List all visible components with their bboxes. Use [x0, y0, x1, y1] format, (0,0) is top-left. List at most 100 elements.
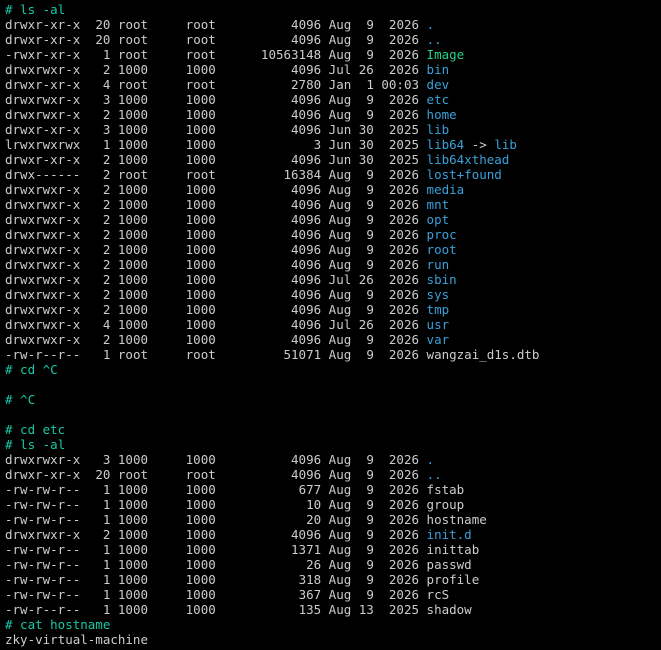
file-month: Aug	[328, 572, 352, 587]
file-group: 1000	[185, 137, 216, 152]
file-year-or-time: 2026	[388, 182, 420, 197]
file-month: Aug	[328, 167, 352, 182]
file-day: 9	[366, 167, 374, 182]
listing-row: lrwxrwxrwx 1 1000 1000 3 Jun 30 2025 lib…	[5, 137, 661, 152]
file-owner: 1000	[117, 497, 149, 512]
file-owner: 1000	[117, 137, 149, 152]
file-name: ..	[426, 467, 442, 482]
file-group: root	[185, 467, 216, 482]
link-count: 4	[102, 77, 111, 92]
listing-row: drwxrwxr-x 4 1000 1000 4096 Jul 26 2026 …	[5, 317, 661, 332]
file-group: 1000	[185, 122, 216, 137]
file-month: Aug	[328, 92, 352, 107]
file-year-or-time: 2026	[388, 572, 420, 587]
prompt-line: # ls -al	[5, 2, 66, 17]
listing-row: drwx------ 2 root root 16384 Aug 9 2026 …	[5, 167, 661, 182]
file-day: 9	[366, 482, 374, 497]
file-name: .	[426, 17, 435, 32]
file-month: Aug	[328, 602, 352, 617]
listing-row: drwxrwxr-x 2 1000 1000 4096 Aug 9 2026 h…	[5, 107, 661, 122]
terminal-window[interactable]: # ls -al drwxr-xr-x 20 root root 4096 Aug…	[0, 0, 661, 650]
file-permissions: drwxr-xr-x	[5, 152, 81, 167]
file-permissions: -rw-r--r--	[5, 347, 81, 362]
link-count: 3	[102, 122, 111, 137]
file-name: sbin	[426, 272, 457, 287]
file-day: 26	[358, 272, 374, 287]
file-year-or-time: 2026	[388, 107, 420, 122]
file-name: usr	[426, 317, 450, 332]
file-size: 135	[298, 602, 322, 617]
file-day: 9	[366, 92, 374, 107]
file-day: 30	[358, 122, 374, 137]
file-group: 1000	[185, 332, 216, 347]
file-size: 1371	[291, 542, 322, 557]
file-day: 9	[366, 557, 374, 572]
file-month: Aug	[328, 512, 352, 527]
file-owner: 1000	[117, 152, 149, 167]
file-name: Image	[426, 47, 465, 62]
file-size: 4096	[291, 242, 322, 257]
file-permissions: -rw-rw-r--	[5, 557, 81, 572]
file-owner: 1000	[117, 512, 149, 527]
file-year-or-time: 2026	[388, 257, 420, 272]
file-year-or-time: 2026	[388, 332, 420, 347]
link-count: 2	[102, 107, 111, 122]
file-size: 4096	[291, 122, 322, 137]
file-day: 9	[366, 512, 374, 527]
file-name: mnt	[426, 197, 450, 212]
listing-row: drwxr-xr-x 3 1000 1000 4096 Jun 30 2025 …	[5, 122, 661, 137]
file-day: 30	[358, 137, 374, 152]
file-month: Jun	[328, 122, 352, 137]
file-owner: 1000	[117, 212, 149, 227]
link-count: 2	[102, 332, 111, 347]
file-group: 1000	[185, 452, 216, 467]
listing-row: drwxrwxr-x 2 1000 1000 4096 Aug 9 2026 v…	[5, 332, 661, 347]
file-name: inittab	[426, 542, 480, 557]
link-count: 2	[102, 242, 111, 257]
file-month: Aug	[328, 287, 352, 302]
file-day: 9	[366, 302, 374, 317]
file-day: 26	[358, 317, 374, 332]
file-permissions: drwxrwxr-x	[5, 272, 81, 287]
file-size: 4096	[291, 212, 322, 227]
file-year-or-time: 2026	[388, 452, 420, 467]
file-day: 9	[366, 182, 374, 197]
file-year-or-time: 2025	[388, 152, 420, 167]
file-month: Aug	[328, 32, 352, 47]
file-month: Aug	[328, 587, 352, 602]
file-day: 9	[366, 347, 374, 362]
file-month: Aug	[328, 542, 352, 557]
file-month: Aug	[328, 347, 352, 362]
file-day: 9	[366, 542, 374, 557]
link-count: 20	[95, 467, 111, 482]
file-group: 1000	[185, 242, 216, 257]
file-day: 9	[366, 227, 374, 242]
file-day: 9	[366, 587, 374, 602]
file-year-or-time: 2026	[388, 212, 420, 227]
file-size: 4096	[291, 527, 322, 542]
file-month: Aug	[328, 452, 352, 467]
file-year-or-time: 2026	[388, 47, 420, 62]
file-size: 4096	[291, 257, 322, 272]
file-size: 10	[306, 497, 322, 512]
link-count: 1	[102, 602, 111, 617]
file-owner: 1000	[117, 317, 149, 332]
file-year-or-time: 2026	[388, 482, 420, 497]
file-size: 51071	[283, 347, 322, 362]
file-group: 1000	[185, 602, 216, 617]
file-group: root	[185, 167, 216, 182]
file-owner: 1000	[117, 227, 149, 242]
file-permissions: drwxrwxr-x	[5, 332, 81, 347]
file-month: Aug	[328, 527, 352, 542]
listing-row: drwxrwxr-x 2 1000 1000 4096 Aug 9 2026 m…	[5, 197, 661, 212]
file-permissions: drwxrwxr-x	[5, 527, 81, 542]
listing-row: drwxr-xr-x 20 root root 4096 Aug 9 2026 …	[5, 17, 661, 32]
listing-row: drwxrwxr-x 2 1000 1000 4096 Jul 26 2026 …	[5, 272, 661, 287]
file-day: 9	[366, 242, 374, 257]
file-name: tmp	[426, 302, 450, 317]
file-year-or-time: 2026	[388, 287, 420, 302]
file-size: 26	[306, 557, 322, 572]
file-group: 1000	[185, 317, 216, 332]
link-count: 1	[102, 572, 111, 587]
file-year-or-time: 2026	[388, 92, 420, 107]
